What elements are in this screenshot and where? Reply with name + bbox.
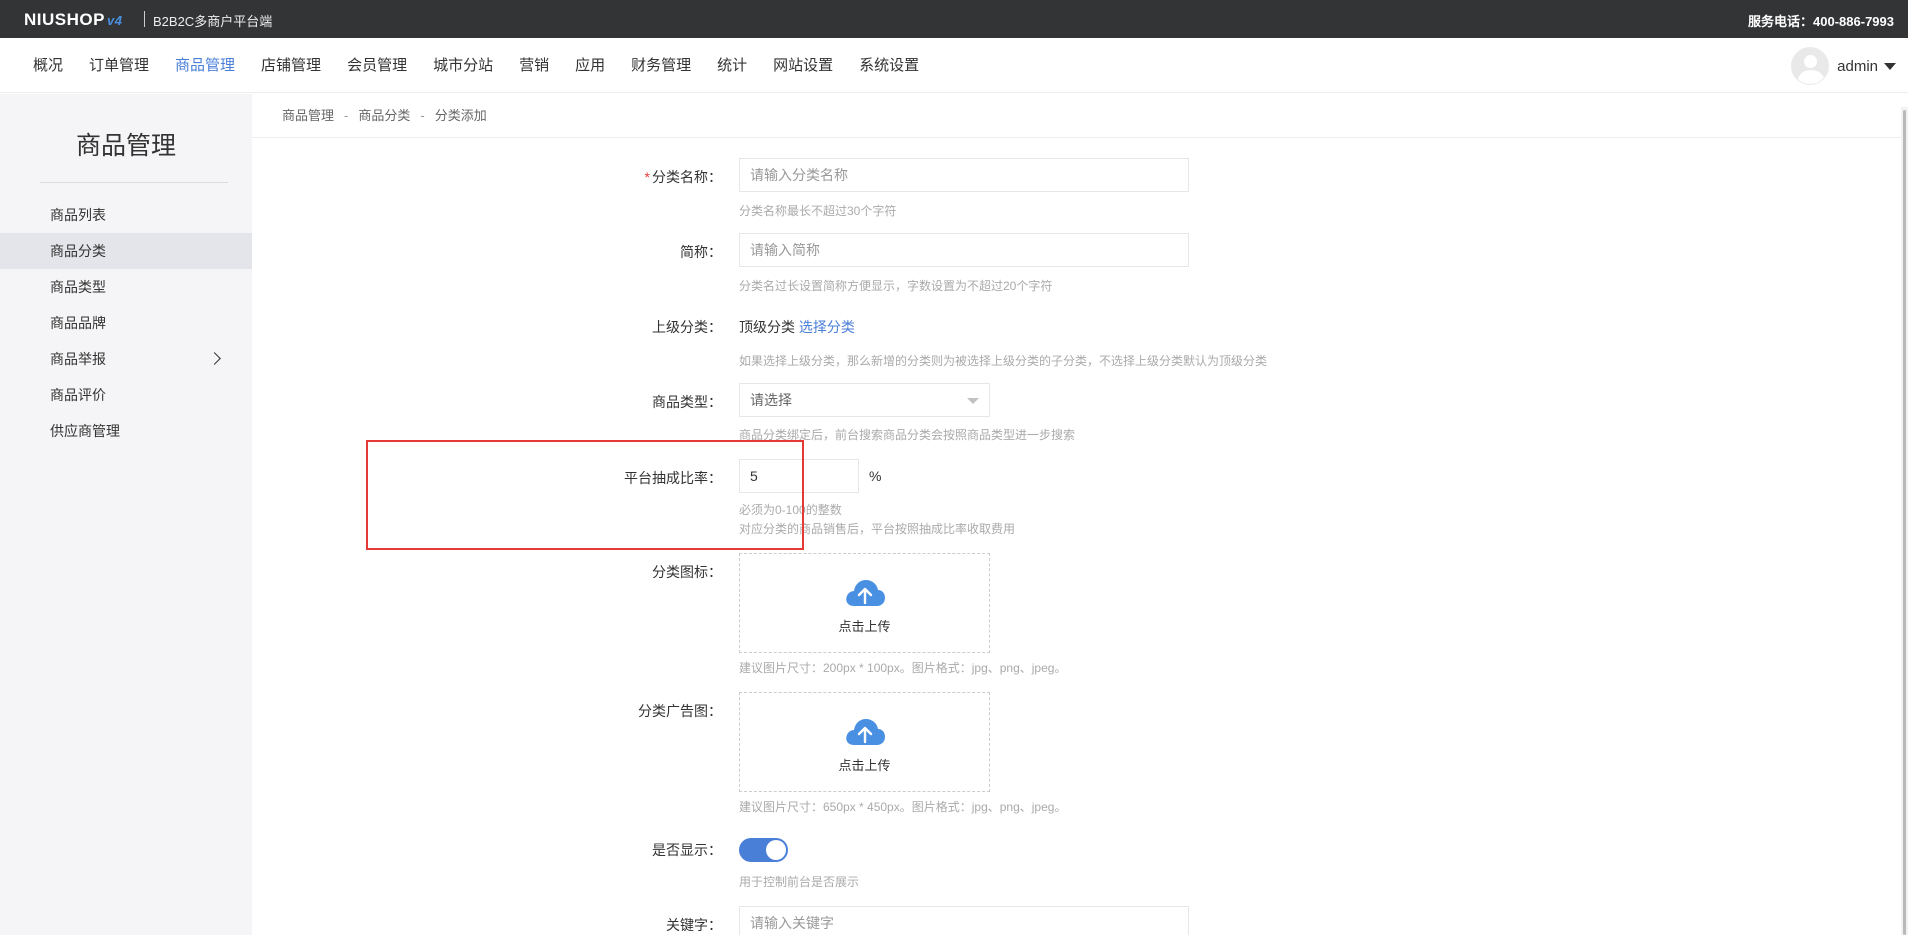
category-name-input[interactable] (739, 158, 1189, 192)
category-icon-hint: 建议图片尺寸：200px * 100px。图片格式：jpg、png、jpeg。 (739, 661, 1067, 675)
nav-item[interactable]: 财务管理 (618, 38, 704, 93)
logo-version: v4 (106, 13, 123, 28)
required-mark: * (644, 169, 650, 185)
display-hint: 用于控制前台是否展示 (739, 875, 860, 889)
sidebar-item[interactable]: 商品分类 (0, 233, 252, 269)
breadcrumb-item-category[interactable]: 商品分类 (358, 108, 410, 123)
nav-item[interactable]: 会员管理 (334, 38, 420, 93)
avatar[interactable] (1791, 47, 1830, 85)
short-name-hint: 分类名过长设置简称方便显示，字数设置为不超过20个字符 (739, 279, 1053, 293)
nav-item[interactable]: 概况 (20, 38, 76, 93)
service-phone: 服务电话：400-886-7993 (1748, 14, 1894, 29)
sidebar-title: 商品管理 (75, 132, 176, 160)
commission-rate-hint-range: 必须为0-100的整数 (739, 503, 842, 517)
main-nav-items: 概况 订单管理 商品管理 店铺管理 会员管理 城市分站 营销 应用 财务管理 统计 网站设置 系统设置 (20, 38, 932, 93)
goods-type-select[interactable]: 请选择 (739, 383, 990, 417)
parent-category-value: 顶级分类 选择分类 (739, 319, 855, 335)
breadcrumb-separator: - (420, 108, 425, 123)
niushop-logo[interactable]: NIUSHOP v4 (24, 10, 122, 30)
sidebar-item[interactable]: 商品列表 (0, 197, 252, 233)
breadcrumb-divider (252, 137, 1908, 138)
sidebar-item[interactable]: 商品品牌 (0, 305, 252, 341)
sidebar-item[interactable]: 商品评价 (0, 377, 252, 413)
goods-type-hint: 商品分类绑定后，前台搜索商品分类会按照商品类型进一步搜索 (739, 428, 1076, 442)
top-bar: NIUSHOP v4 B2B2C多商户平台端 服务电话：400-886-7993 (0, 0, 1908, 38)
sidebar-item-label: 商品列表 (50, 207, 106, 223)
parent-category-hint: 如果选择上级分类，那么新增的分类则为被选择上级分类的子分类，不选择上级分类默认为… (739, 354, 1268, 368)
breadcrumb-separator: - (344, 108, 349, 123)
nav-item[interactable]: 城市分站 (420, 38, 506, 93)
sidebar-item-label: 商品类型 (50, 279, 106, 295)
sidebar-item[interactable]: 商品类型 (0, 269, 252, 305)
category-name-hint: 分类名称最长不超过30个字符 (739, 204, 897, 218)
user-menu[interactable]: admin (1791, 47, 1896, 85)
nav-item[interactable]: 营销 (506, 38, 562, 93)
parent-category-label: 上级分类： (652, 319, 722, 335)
nav-item[interactable]: 店铺管理 (248, 38, 334, 93)
main-nav: 概况 订单管理 商品管理 店铺管理 会员管理 城市分站 营销 应用 财务管理 统计 网站设置 系统设置… (0, 38, 1908, 93)
display-label: 是否显示： (652, 842, 722, 858)
cloud-upload-icon (846, 719, 885, 745)
platform-name: B2B2C多商户平台端 (153, 14, 273, 29)
nav-item[interactable]: 网站设置 (760, 38, 846, 93)
dropdown-arrow-icon (967, 398, 979, 404)
nav-item[interactable]: 商品管理 (162, 38, 248, 93)
nav-item[interactable]: 统计 (704, 38, 760, 93)
cloud-upload-icon (846, 580, 885, 606)
toggle-knob (766, 840, 786, 860)
upload-text: 点击上传 (838, 619, 891, 634)
category-icon-label: 分类图标： (652, 564, 722, 580)
commission-rate-label: 平台抽成比率： (624, 470, 722, 486)
caret-down-icon (1884, 62, 1896, 70)
select-category-link[interactable]: 选择分类 (799, 319, 855, 335)
nav-item[interactable]: 系统设置 (846, 38, 932, 93)
commission-rate-hint-desc: 对应分类的商品销售后，平台按照抽成比率收取费用 (739, 522, 1016, 536)
sidebar-item[interactable]: 商品举报 (0, 341, 252, 377)
logo-divider (144, 11, 145, 27)
main-content: 商品管理-商品分类-分类添加 *分类名称： 分类名称最长不超过30个字符 简称：… (252, 94, 1908, 935)
breadcrumb-item-goods[interactable]: 商品管理 (282, 108, 334, 123)
goods-type-label: 商品类型： (652, 394, 722, 410)
percent-unit: % (869, 468, 882, 484)
category-name-label: * 分类名称： (644, 169, 722, 185)
short-name-label: 简称： (680, 244, 722, 260)
sidebar-item-label: 商品品牌 (50, 315, 106, 331)
sidebar-item-label: 商品评价 (50, 387, 106, 403)
short-name-input[interactable] (739, 233, 1189, 267)
sidebar-menu: 商品列表商品分类商品类型商品品牌商品举报商品评价供应商管理 (0, 197, 252, 449)
sidebar: 商品管理 商品列表商品分类商品类型商品品牌商品举报商品评价供应商管理 (0, 94, 252, 935)
keywords-input[interactable] (739, 906, 1189, 935)
sidebar-divider (40, 182, 228, 183)
nav-item[interactable]: 应用 (562, 38, 618, 93)
username: admin (1837, 57, 1878, 75)
category-ad-upload[interactable]: 点击上传 (739, 692, 990, 792)
display-toggle[interactable] (739, 838, 788, 862)
sidebar-item-label: 商品举报 (50, 351, 106, 367)
sidebar-item-label: 商品分类 (50, 243, 106, 259)
category-icon-upload[interactable]: 点击上传 (739, 553, 990, 653)
keywords-label: 关键字： (666, 917, 722, 933)
chevron-right-icon (208, 352, 221, 365)
breadcrumb: 商品管理 - 商品分类 - 分类添加 (282, 94, 487, 137)
upload-text: 点击上传 (838, 758, 891, 773)
goods-type-selected: 请选择 (750, 392, 792, 408)
sidebar-item-label: 供应商管理 (50, 423, 120, 439)
sidebar-item[interactable]: 供应商管理 (0, 413, 252, 449)
scrollbar-thumb[interactable] (1903, 110, 1906, 935)
commission-rate-input[interactable] (739, 459, 859, 493)
breadcrumb-item-add: 分类添加 (434, 108, 487, 123)
category-ad-hint: 建议图片尺寸：650px * 450px。图片格式：jpg、png、jpeg。 (739, 800, 1067, 814)
category-ad-label: 分类广告图： (638, 703, 722, 719)
nav-item[interactable]: 订单管理 (76, 38, 162, 93)
